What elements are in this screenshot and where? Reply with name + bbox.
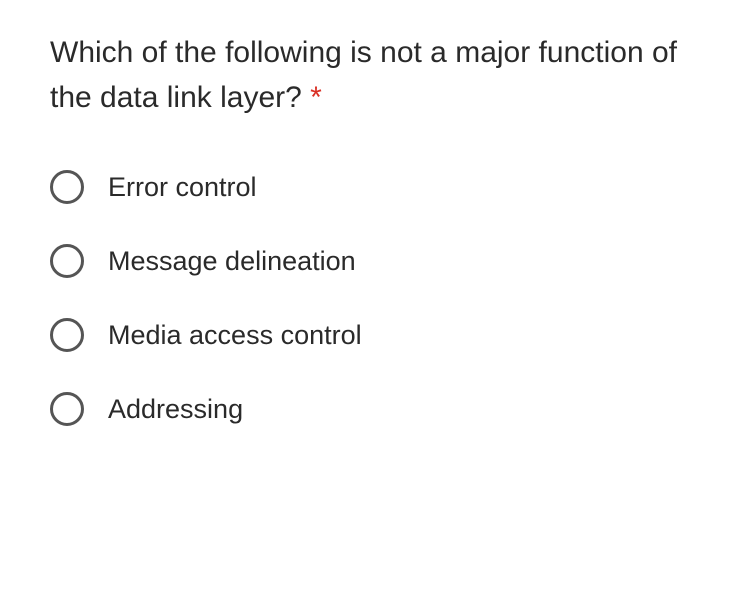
option-addressing[interactable]: Addressing — [50, 392, 679, 426]
required-asterisk: * — [310, 81, 322, 114]
question-text: Which of the following is not a major fu… — [50, 30, 679, 120]
radio-icon[interactable] — [50, 170, 84, 204]
option-error-control[interactable]: Error control — [50, 170, 679, 204]
option-label: Message delineation — [108, 246, 356, 277]
option-label: Error control — [108, 172, 257, 203]
option-media-access-control[interactable]: Media access control — [50, 318, 679, 352]
radio-icon[interactable] — [50, 392, 84, 426]
options-list: Error control Message delineation Media … — [50, 170, 679, 426]
option-label: Addressing — [108, 394, 243, 425]
radio-icon[interactable] — [50, 318, 84, 352]
question-prompt: Which of the following is not a major fu… — [50, 36, 677, 114]
option-label: Media access control — [108, 320, 362, 351]
option-message-delineation[interactable]: Message delineation — [50, 244, 679, 278]
radio-icon[interactable] — [50, 244, 84, 278]
